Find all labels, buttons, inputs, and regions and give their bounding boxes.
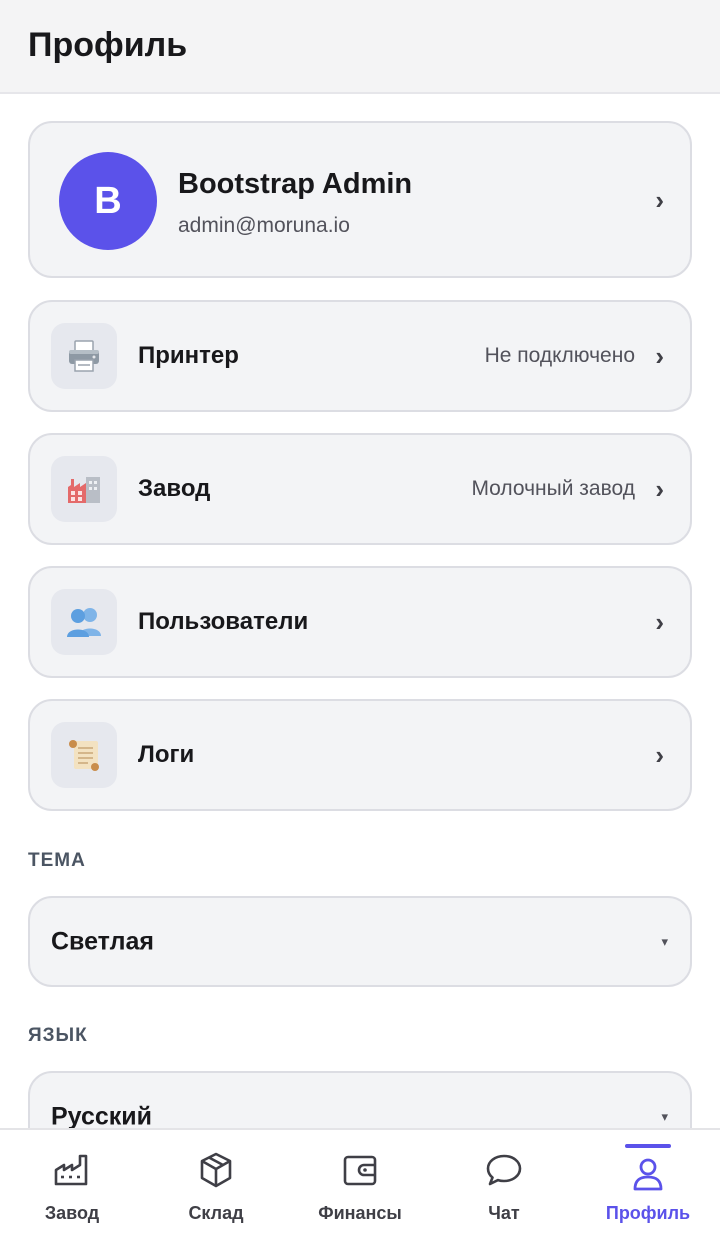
menu-item-logs[interactable]: Логи › [28, 699, 692, 811]
scroll-icon [51, 722, 117, 788]
avatar: B [59, 152, 157, 250]
menu-item-label: Пользователи [138, 608, 309, 635]
bottom-tab-bar: Завод Склад Финансы Чат Профиль [0, 1128, 720, 1233]
tab-label: Финансы [318, 1203, 402, 1223]
profile-email: admin@moruna.io [178, 214, 350, 237]
factory-icon [51, 456, 117, 522]
menu-item-printer[interactable]: Принтер Не подключено › [28, 300, 692, 412]
profile-content[interactable]: B Bootstrap Admin admin@moruna.io › Прин… [0, 94, 720, 1128]
theme-value: Светлая [51, 927, 154, 955]
profile-card[interactable]: B Bootstrap Admin admin@moruna.io › [28, 121, 692, 278]
tab-chat[interactable]: Чат [432, 1130, 576, 1233]
chevron-right-icon: › [655, 740, 664, 770]
app-header: Профиль [0, 0, 720, 94]
chat-icon [486, 1154, 522, 1186]
printer-status: Не подключено [484, 344, 635, 367]
tab-profile[interactable]: Профиль [576, 1130, 720, 1233]
active-tab-indicator [625, 1144, 671, 1148]
box-icon [200, 1152, 232, 1188]
tab-factory[interactable]: Завод [0, 1130, 144, 1233]
profile-name: Bootstrap Admin [178, 168, 413, 200]
menu-item-label: Завод [138, 475, 211, 502]
wallet-icon [343, 1155, 377, 1186]
language-section-label: ЯЗЫК [28, 1025, 88, 1046]
chevron-right-icon: › [655, 474, 664, 504]
page-title: Профиль [28, 26, 188, 64]
chevron-right-icon: › [655, 184, 664, 215]
caret-down-icon: ▾ [661, 933, 668, 949]
tab-warehouse[interactable]: Склад [144, 1130, 288, 1233]
printer-icon [51, 323, 117, 389]
menu-item-label: Принтер [138, 342, 239, 369]
factory-name: Молочный завод [471, 477, 635, 500]
tab-label: Завод [44, 1203, 100, 1223]
tab-label: Профиль [605, 1203, 691, 1223]
menu-item-users[interactable]: Пользователи › [28, 566, 692, 678]
tab-label: Чат [488, 1203, 520, 1223]
caret-down-icon: ▾ [661, 1108, 668, 1124]
tab-label: Склад [188, 1203, 244, 1223]
user-icon [633, 1158, 663, 1191]
chevron-right-icon: › [655, 607, 664, 637]
theme-section-label: ТЕМА [28, 850, 86, 871]
menu-item-factory[interactable]: Завод Молочный завод › [28, 433, 692, 545]
language-select[interactable]: Русский ▾ [28, 1071, 692, 1128]
language-value: Русский [51, 1102, 153, 1128]
tab-finance[interactable]: Финансы [288, 1130, 432, 1233]
factory-icon [54, 1154, 88, 1186]
theme-select[interactable]: Светлая ▾ [28, 896, 692, 987]
menu-item-label: Логи [138, 741, 195, 768]
users-icon [51, 589, 117, 655]
chevron-right-icon: › [655, 341, 664, 371]
